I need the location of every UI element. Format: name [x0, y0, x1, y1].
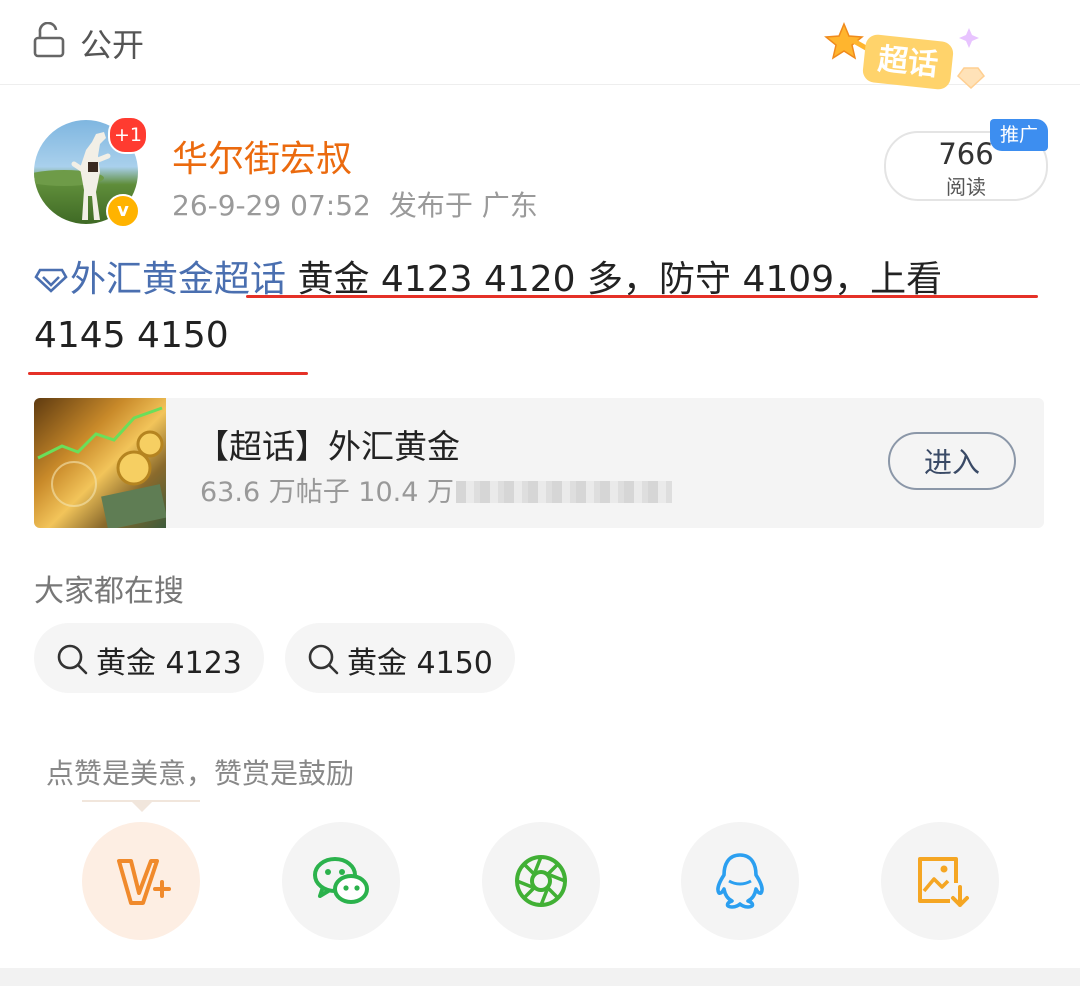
read-label: 阅读 [946, 175, 986, 199]
share-wechat-button[interactable] [282, 822, 400, 940]
topic-link[interactable]: 外汇黄金超话 [34, 259, 286, 300]
redacted-text [455, 481, 672, 503]
highlight-underline [246, 295, 1038, 298]
search-icon [308, 644, 339, 675]
share-moments-button[interactable] [482, 822, 600, 940]
post-text-line1: 黄金 4123 4120 多，防守 4109，上看 [297, 259, 943, 300]
qq-icon [716, 853, 764, 909]
wechat-icon [313, 857, 369, 904]
save-image-icon [918, 857, 969, 907]
author-name[interactable]: 华尔街宏叔 [172, 130, 352, 182]
topic-card-title: 【超话】外汇黄金 [196, 427, 460, 466]
post-location: 发布于 广东 [388, 189, 538, 222]
tip-pointer [130, 800, 154, 812]
visibility-label[interactable]: 公开 [80, 20, 144, 66]
super-topic-badge[interactable]: 超话 [822, 20, 992, 100]
lock-icon[interactable] [32, 22, 66, 58]
verified-badge: v [106, 194, 140, 228]
topic-name: 外汇黄金超话 [70, 259, 287, 300]
search-chip-label: 黄金 4123 [96, 646, 242, 681]
bottom-divider [0, 968, 1080, 986]
trending-search-title: 大家都在搜 [34, 574, 184, 609]
svg-text:超话: 超话 [876, 42, 939, 83]
save-image-button[interactable] [881, 822, 999, 940]
search-chip[interactable]: 黄金 4123 [34, 623, 264, 693]
moments-icon [515, 855, 567, 907]
post-text-line2: 4145 4150 [34, 315, 229, 356]
topic-card-stats-text: 63.6 万帖子 10.4 万 [200, 477, 454, 508]
top-bar: 公开 超话 [0, 0, 1080, 90]
topic-card-stats: 63.6 万帖子 10.4 万 [200, 470, 672, 509]
notification-badge: +1 [108, 116, 148, 154]
reward-button[interactable] [82, 822, 200, 940]
post-meta: 26-9-29 07:52 发布于 广东 [172, 184, 556, 224]
promote-tag[interactable]: 推广 [990, 119, 1048, 151]
search-chip[interactable]: 黄金 4150 [285, 623, 515, 693]
enter-topic-button[interactable]: 进入 [888, 432, 1016, 490]
diamond-icon [34, 268, 68, 293]
weibo-v-plus-icon [117, 859, 171, 905]
search-icon [57, 644, 88, 675]
share-qq-button[interactable] [681, 822, 799, 940]
post-body: 外汇黄金超话 黄金 4123 4120 多，防守 4109，上看 4145 41… [34, 252, 1044, 364]
reward-tip: 点赞是美意，赞赏是鼓励 [46, 757, 355, 790]
highlight-underline [28, 372, 308, 375]
search-chip-label: 黄金 4150 [347, 646, 493, 681]
post-timestamp: 26-9-29 07:52 [172, 189, 371, 222]
topic-thumbnail [34, 398, 167, 528]
topic-card[interactable]: 【超话】外汇黄金 63.6 万帖子 10.4 万 进入 [34, 398, 1044, 528]
